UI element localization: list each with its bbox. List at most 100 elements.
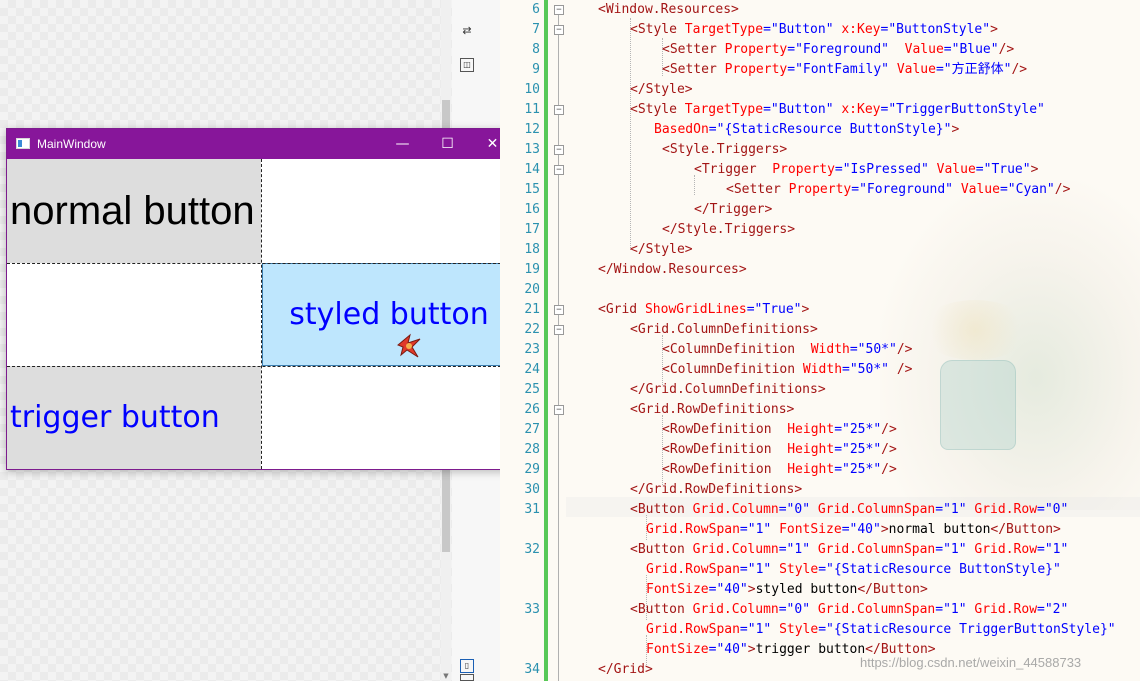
collapse-toggle-icon[interactable]: − [554, 5, 564, 15]
code-token: Grid.ColumnSpan [817, 542, 936, 557]
code-line[interactable]: </Grid.RowDefinitions> [630, 480, 802, 500]
code-line[interactable]: Grid.RowSpan="1" FontSize="40">normal bu… [646, 520, 1061, 540]
line-number: 17 [524, 222, 540, 237]
window-title-bar[interactable]: MainWindow — ☐ ✕ [7, 129, 516, 159]
code-line[interactable]: <Button Grid.Column="1" Grid.ColumnSpan=… [630, 540, 1068, 560]
code-token: ="40" [841, 522, 881, 537]
line-number: 8 [532, 42, 540, 57]
trigger-button[interactable]: trigger button [7, 366, 261, 469]
code-token: TargetType [684, 102, 764, 117]
code-line[interactable]: <Style.Triggers> [662, 140, 787, 160]
code-line[interactable]: <Style TargetType="Button" x:Key="Trigge… [630, 100, 1045, 120]
collapse-toggle-icon[interactable]: − [554, 405, 564, 415]
code-line[interactable]: <Button Grid.Column="0" Grid.ColumnSpan=… [630, 600, 1068, 620]
code-token: ="方正舒体" [935, 62, 1012, 77]
styled-button[interactable]: styled button [262, 263, 516, 366]
code-token: Property [724, 62, 788, 77]
split-view-horizontal-icon[interactable] [460, 674, 474, 681]
code-token: normal button [888, 522, 991, 537]
code-token: Height [787, 442, 835, 457]
code-token: ="1" [935, 542, 975, 557]
line-number: 10 [524, 82, 540, 97]
code-token: /> [881, 442, 897, 457]
code-token: > [951, 122, 960, 137]
code-line[interactable]: <Setter Property="FontFamily" Value="方正舒… [662, 60, 1027, 80]
line-number: 31 [524, 502, 540, 517]
code-line[interactable]: <Button Grid.Column="0" Grid.ColumnSpan=… [630, 500, 1068, 520]
code-token: ="True" [746, 302, 802, 317]
minimize-button[interactable]: — [380, 129, 425, 159]
code-line[interactable]: <Setter Property="Foreground" Value="Cya… [726, 180, 1070, 200]
window-app-icon [16, 138, 30, 149]
code-token: <Setter [662, 42, 725, 57]
code-line[interactable]: FontSize="40">styled button</Button> [646, 580, 928, 600]
code-token: Property [724, 42, 788, 57]
code-line[interactable]: </Grid.ColumnDefinitions> [630, 380, 826, 400]
code-token: Grid.ColumnSpan [817, 602, 936, 617]
line-number-gutter: 6 7 8 9 10 11 12 13 14 15 16 17 18 19 20 21 22 23 24 25 26 27… [500, 0, 540, 681]
collapse-toggle-icon[interactable]: − [554, 145, 564, 155]
grid-row-line [7, 263, 516, 264]
code-token: <RowDefinition [662, 422, 788, 437]
window-title: MainWindow [37, 137, 106, 151]
code-line[interactable]: </Trigger> [694, 200, 772, 220]
code-line[interactable]: </Style> [630, 80, 693, 100]
code-line[interactable]: <Grid ShowGridLines="True"> [598, 300, 809, 320]
code-line[interactable]: <ColumnDefinition Width="50*"/> [662, 340, 912, 360]
normal-button[interactable]: normal button [7, 159, 261, 263]
code-line[interactable]: <ColumnDefinition Width="50*" /> [662, 360, 912, 380]
scroll-down-arrow-icon[interactable]: ▼ [441, 672, 451, 681]
line-number: 28 [524, 442, 540, 457]
line-number: 16 [524, 202, 540, 217]
code-token: ="Button" [763, 22, 842, 37]
code-token: ="{StaticResource TriggerButtonStyle}" [818, 622, 1116, 637]
code-token: </Button> [990, 522, 1061, 537]
code-line[interactable]: <Grid.ColumnDefinitions> [630, 320, 818, 340]
code-line[interactable]: <Grid.RowDefinitions> [630, 400, 794, 420]
split-view-icon[interactable]: ▯ [460, 659, 474, 673]
pin-icon[interactable]: ◫ [460, 58, 474, 72]
code-token: Value [896, 62, 936, 77]
code-token: <Button [630, 602, 693, 617]
code-token: <Grid.ColumnDefinitions> [630, 322, 818, 337]
code-line[interactable]: Grid.RowSpan="1" Style="{StaticResource … [646, 560, 1061, 580]
code-token: ="1" [778, 542, 818, 557]
code-token: /> [896, 342, 913, 357]
collapse-toggle-icon[interactable]: − [554, 25, 564, 35]
code-line[interactable]: BasedOn="{StaticResource ButtonStyle}"> [654, 120, 959, 140]
code-line[interactable]: <RowDefinition Height="25*"/> [662, 460, 897, 480]
maximize-button[interactable]: ☐ [425, 129, 470, 159]
collapse-toggle-icon[interactable]: − [554, 105, 564, 115]
line-number: 14 [524, 162, 540, 177]
code-text[interactable]: <Window.Resources> <Style TargetType="But… [566, 0, 1140, 681]
code-line[interactable]: </Window.Resources> [598, 260, 747, 280]
code-line[interactable]: </Style> [630, 240, 693, 260]
line-number: 20 [524, 282, 540, 297]
collapse-toggle-icon[interactable]: − [554, 325, 564, 335]
collapse-toggle-icon[interactable]: − [554, 165, 564, 175]
code-token: ="ButtonStyle" [880, 22, 991, 37]
code-line[interactable]: <RowDefinition Height="25*"/> [662, 420, 897, 440]
code-token: ="1" [935, 502, 975, 517]
code-token: </Style.Triggers> [662, 222, 796, 237]
code-token: ="TriggerButtonStyle" [880, 102, 1045, 117]
code-token: > [747, 582, 756, 597]
code-line[interactable]: <Window.Resources> [598, 0, 739, 20]
code-token: ="1" [739, 562, 780, 577]
code-token: x:Key [841, 22, 881, 37]
code-line[interactable]: <Style TargetType="Button" x:Key="Button… [630, 20, 998, 40]
code-token: ="Cyan" [999, 182, 1055, 197]
xaml-code-editor[interactable]: 6 7 8 9 10 11 12 13 14 15 16 17 18 19 20 21 22 23 24 25 26 27… [500, 0, 1140, 681]
swap-icon[interactable]: ⇄ [460, 24, 474, 38]
line-number: 13 [524, 142, 540, 157]
code-line[interactable]: Grid.RowSpan="1" Style="{StaticResource … [646, 620, 1116, 640]
code-token: </Window.Resources> [598, 262, 747, 277]
code-token: Style [779, 622, 819, 637]
code-token: ="1" [739, 522, 780, 537]
code-line[interactable]: <RowDefinition Height="25*"/> [662, 440, 897, 460]
code-line[interactable]: </Style.Triggers> [662, 220, 795, 240]
collapse-toggle-icon[interactable]: − [554, 305, 564, 315]
code-line[interactable]: <Trigger Property="IsPressed" Value="Tru… [694, 160, 1038, 180]
code-line[interactable]: <Setter Property="Foreground" Value="Blu… [662, 40, 1014, 60]
code-line[interactable]: </Grid> [598, 660, 653, 680]
